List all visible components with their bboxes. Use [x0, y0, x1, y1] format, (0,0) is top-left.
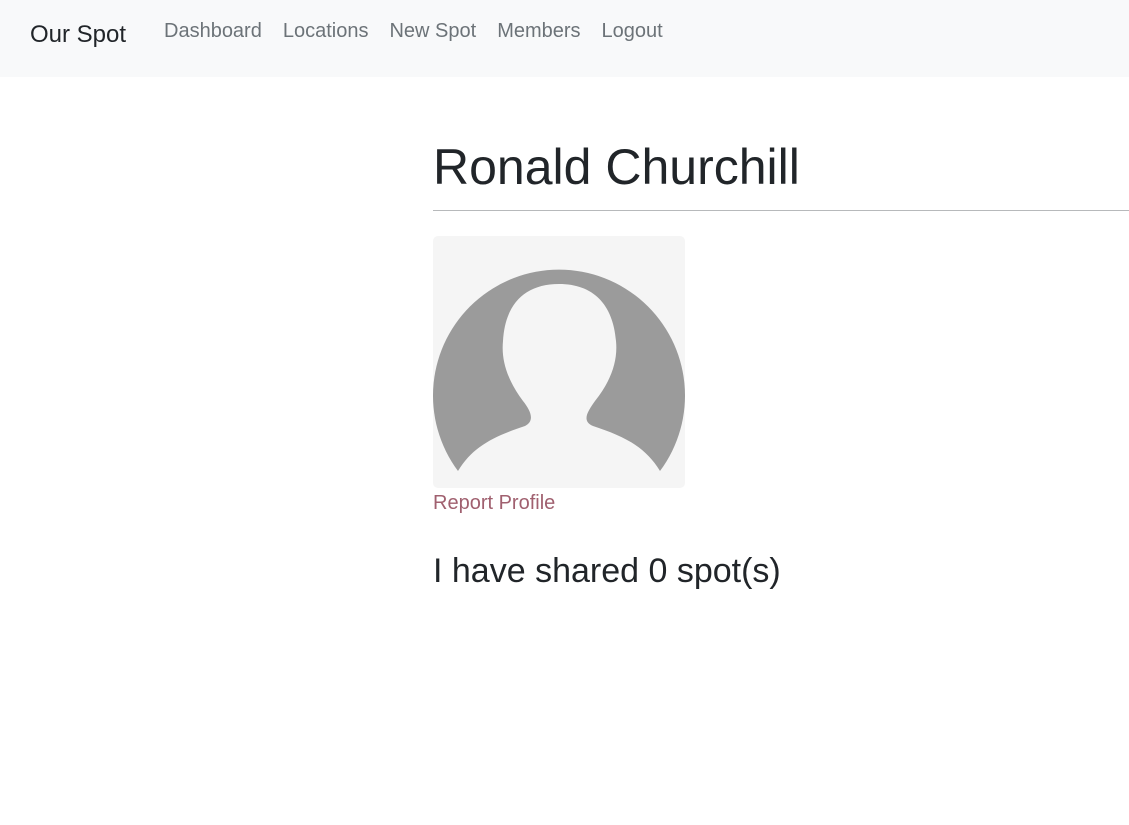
report-profile-link[interactable]: Report Profile	[433, 489, 555, 517]
default-user-silhouette-icon	[433, 269, 685, 471]
top-navbar: Our Spot Dashboard Locations New Spot Me…	[0, 0, 1129, 77]
nav-link-dashboard[interactable]: Dashboard	[164, 20, 262, 42]
nav-link-members[interactable]: Members	[497, 20, 580, 42]
nav-link-new-spot[interactable]: New Spot	[389, 20, 476, 42]
nav-item-dashboard: Dashboard	[164, 16, 262, 46]
nav-link-logout[interactable]: Logout	[602, 20, 663, 42]
nav-item-locations: Locations	[283, 16, 369, 46]
nav-item-new-spot: New Spot	[389, 16, 476, 46]
profile-name: Ronald Churchill	[433, 139, 800, 195]
brand-link[interactable]: Our Spot	[30, 19, 126, 51]
nav-links: Dashboard Locations New Spot Members Log…	[164, 16, 663, 46]
avatar	[433, 236, 685, 488]
nav-item-members: Members	[497, 16, 580, 46]
nav-item-logout: Logout	[602, 16, 663, 46]
nav-link-locations[interactable]: Locations	[283, 20, 369, 42]
profile-content: Ronald Churchill Report Profile I have s…	[433, 130, 1129, 590]
divider	[433, 210, 1129, 211]
shared-spots-count: I have shared 0 spot(s)	[433, 552, 781, 590]
